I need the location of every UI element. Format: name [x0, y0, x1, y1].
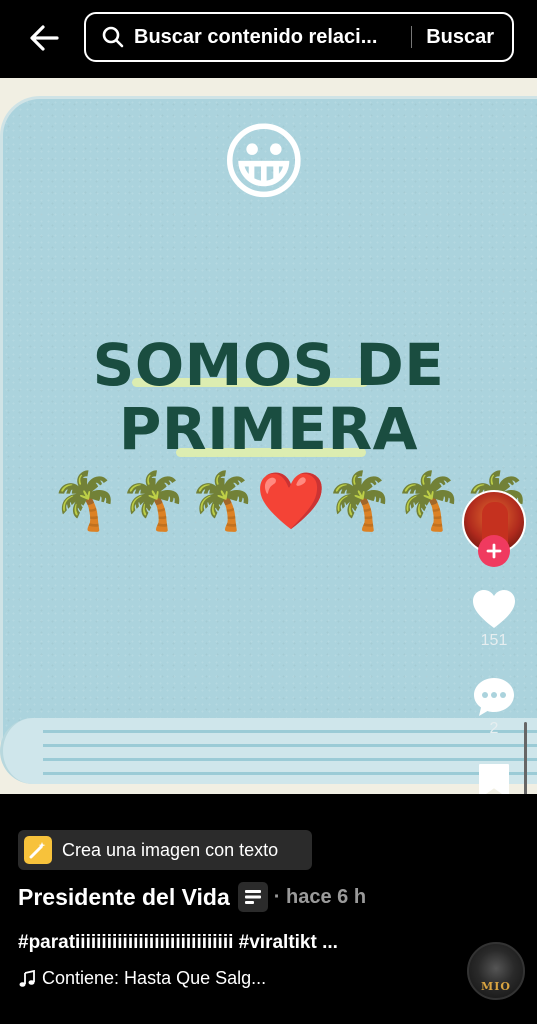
magic-wand-icon: [24, 836, 52, 864]
text-post-icon: [237, 882, 268, 912]
like-count: 151: [480, 632, 508, 649]
post-media[interactable]: 😀 SOMOS DE PRIMERA 🌴🌴🌴❤️🌴🌴🌴: [0, 78, 537, 794]
author-name[interactable]: Presidente del Vida: [18, 884, 230, 911]
like-button[interactable]: 151: [464, 588, 524, 650]
back-button[interactable]: [22, 18, 66, 58]
paper-stack: [0, 718, 537, 784]
music-disc[interactable]: MIO: [467, 942, 525, 1000]
stack-line: [43, 772, 537, 775]
post-time: · hace 6 h: [273, 885, 367, 908]
music-label: Contiene: Hasta Que Salg...: [42, 968, 267, 988]
heart-icon: [473, 590, 515, 628]
stack-line: [43, 744, 537, 747]
grinning-face-emoji: 😀: [220, 115, 308, 209]
music-row[interactable]: Contiene: Hasta Que Salg...: [18, 968, 266, 989]
search-button[interactable]: Buscar: [426, 26, 494, 49]
music-note-icon: [19, 969, 35, 987]
post-info: Crea una imagen con texto Presidente del…: [0, 794, 537, 1024]
create-image-chip[interactable]: Crea una imagen con texto: [18, 830, 312, 870]
search-divider: [411, 26, 413, 48]
top-bar: Buscar contenido relaci... Buscar: [0, 0, 537, 78]
caption[interactable]: #paratiiiiiiiiiiiiiiiiiiiiiiiiiiiiii #vi…: [18, 932, 438, 954]
comment-icon: [474, 678, 514, 716]
search-input[interactable]: Buscar contenido relaci...: [134, 26, 397, 49]
disc-logo: MIO: [481, 980, 511, 993]
comment-button[interactable]: 2: [464, 676, 524, 738]
search-icon: [102, 25, 126, 49]
stack-line: [43, 730, 537, 733]
author-row: Presidente del Vida · hace 6 h: [18, 882, 366, 912]
back-arrow-icon: [30, 25, 59, 51]
follow-button[interactable]: [478, 535, 510, 567]
create-image-label: Crea una imagen con texto: [62, 839, 279, 860]
search-bar[interactable]: Buscar contenido relaci... Buscar: [84, 12, 514, 62]
comment-count: 2: [489, 720, 499, 737]
emoji-row: 🌴🌴🌴❤️🌴🌴🌴: [50, 469, 532, 532]
plus-icon: [486, 543, 502, 559]
headline-line-2: PRIMERA: [118, 395, 419, 463]
headline-line-1: SOMOS DE: [92, 331, 445, 399]
stack-line: [43, 758, 537, 761]
